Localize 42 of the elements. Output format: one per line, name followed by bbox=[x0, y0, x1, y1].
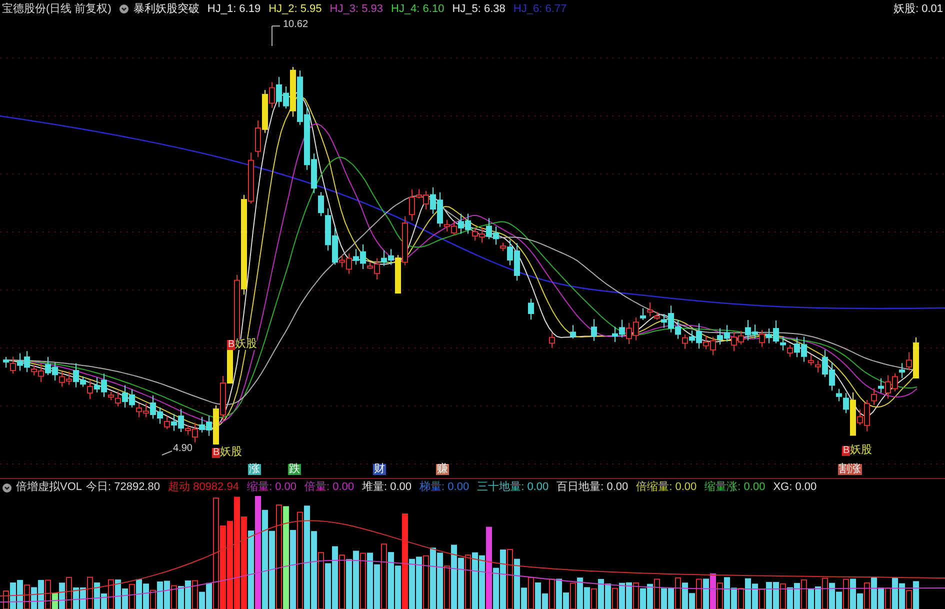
indicator-value: 三十地量: 0.00 bbox=[477, 480, 549, 496]
indicator-value: HJ_4: 6.10 bbox=[391, 2, 444, 17]
signal-tag: 财 bbox=[373, 464, 386, 475]
price-label: 10.62 bbox=[283, 20, 308, 30]
signal-label: 妖股 bbox=[220, 447, 242, 458]
indicator-value: 百日地量: 0.00 bbox=[556, 480, 628, 496]
dropdown-icon bbox=[119, 4, 130, 14]
signal-label: 妖股 bbox=[235, 339, 257, 350]
candlestick bbox=[549, 332, 555, 348]
indicator-value: HJ_5: 6.38 bbox=[452, 2, 506, 17]
indicator-value: 缩量: 0.00 bbox=[246, 480, 296, 496]
signal-tag: 割涨 bbox=[838, 464, 862, 475]
leader-line bbox=[162, 450, 172, 456]
signal-badge: B bbox=[212, 448, 221, 458]
signal-badge: B bbox=[227, 340, 236, 350]
indicator-value: XG: 0.00 bbox=[773, 480, 817, 496]
dropdown-icon bbox=[2, 482, 12, 492]
indicator-value: HJ_3: 5.93 bbox=[330, 2, 383, 17]
indicator-value: 妖股: 0.01 bbox=[893, 2, 943, 17]
indicator-value: 堆量: 0.00 bbox=[362, 480, 412, 496]
signal-badge: B bbox=[842, 446, 851, 456]
signal-label: 妖股 bbox=[850, 445, 872, 456]
indicator-value: 超动 80982.94 bbox=[168, 480, 239, 496]
leader-line bbox=[272, 26, 280, 46]
signal-tag: 跌 bbox=[288, 464, 301, 475]
indicator-value: HJ_1: 6.19 bbox=[207, 2, 261, 17]
indicator-value: HJ_2: 5.95 bbox=[268, 2, 322, 17]
candlestick bbox=[528, 298, 534, 320]
indicator-value: 倍量: 0.00 bbox=[304, 480, 354, 496]
indicator-value: 倍缩量: 0.00 bbox=[636, 480, 697, 496]
indicator-name: 暴利妖股突破 bbox=[133, 2, 200, 17]
indicator-value: 今日: 72892.80 bbox=[86, 480, 160, 496]
indicator-name: 倍增虚拟VOL bbox=[16, 480, 82, 496]
indicator-value: 缩量涨: 0.00 bbox=[704, 480, 766, 496]
chart-title: 宝德股份(日线 前复权) bbox=[2, 2, 112, 17]
indicator-value: HJ_6: 6.77 bbox=[513, 2, 567, 17]
indicator-value: 梯量: 0.00 bbox=[420, 480, 470, 496]
signal-tag: 赚 bbox=[436, 464, 449, 475]
signal-tag: 涨 bbox=[248, 464, 261, 475]
candlestick bbox=[591, 318, 597, 342]
candlestick bbox=[570, 324, 576, 340]
price-label: 4.90 bbox=[173, 444, 192, 454]
